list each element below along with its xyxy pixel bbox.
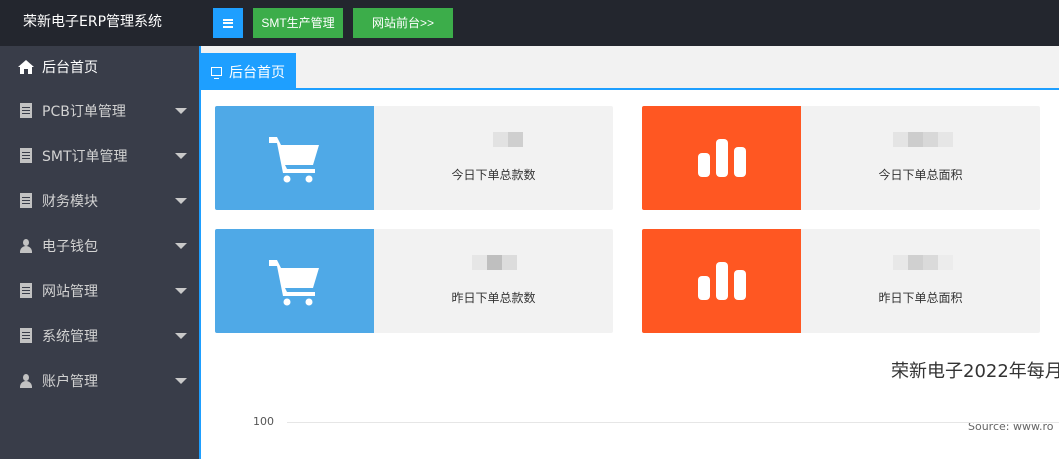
hamburger-icon — [223, 18, 233, 28]
chart-title: 荣新电子2022年每月 — [891, 361, 1059, 382]
user-icon — [18, 373, 34, 389]
sidebar-item-label: 后台首页 — [42, 59, 98, 76]
cart-icon — [215, 229, 374, 333]
chevron-down-icon — [175, 333, 187, 339]
document-icon — [18, 328, 34, 344]
chevron-down-icon — [175, 108, 187, 114]
chevron-down-icon — [175, 198, 187, 204]
sidebar-item-smt-orders[interactable]: SMT订单管理 — [0, 133, 199, 178]
blurred-value — [883, 132, 963, 162]
sidebar-item-website[interactable]: 网站管理 — [0, 268, 199, 313]
smt-production-button[interactable]: SMT生产管理 — [253, 8, 343, 38]
sidebar-item-account[interactable]: 账户管理 — [0, 358, 199, 403]
blurred-value — [478, 132, 538, 162]
app-title: 荣新电子ERP管理系统 — [23, 14, 163, 30]
stat-label: 今日下单总面积 — [878, 168, 963, 182]
sidebar-item-wallet[interactable]: 电子钱包 — [0, 223, 199, 268]
stat-label: 昨日下单总面积 — [878, 291, 963, 305]
sidebar-item-label: 财务模块 — [42, 193, 98, 210]
user-icon — [18, 238, 34, 254]
home-icon — [18, 59, 34, 75]
document-icon — [18, 283, 34, 299]
sidebar-item-label: 系统管理 — [42, 328, 98, 345]
monitor-icon — [211, 67, 222, 79]
sidebar-item-label: SMT订单管理 — [42, 148, 128, 165]
stat-label: 今日下单总款数 — [451, 168, 536, 182]
sidebar-item-label: PCB订单管理 — [42, 103, 126, 120]
chevron-down-icon — [175, 243, 187, 249]
sidebar-item-finance[interactable]: 财务模块 — [0, 178, 199, 223]
tab-bar — [199, 46, 1059, 90]
stat-label: 昨日下单总款数 — [451, 291, 536, 305]
sidebar-item-label: 网站管理 — [42, 283, 98, 300]
cart-icon — [215, 106, 374, 210]
stat-card-today-count: 今日下单总款数 — [215, 106, 613, 210]
sidebar-item-pcb-orders[interactable]: PCB订单管理 — [0, 88, 199, 133]
sidebar-item-label: 电子钱包 — [42, 238, 98, 255]
website-frontend-button[interactable]: 网站前台>> — [353, 8, 453, 38]
document-icon — [18, 193, 34, 209]
accent-divider — [199, 46, 201, 459]
chart-gridline — [287, 422, 1059, 423]
bar-chart-icon — [642, 229, 801, 333]
document-icon — [18, 148, 34, 164]
stat-card-yesterday-area: 昨日下单总面积 — [642, 229, 1040, 333]
stat-card-yesterday-count: 昨日下单总款数 — [215, 229, 613, 333]
stat-card-today-area: 今日下单总面积 — [642, 106, 1040, 210]
y-axis-tick: 100 — [253, 415, 274, 428]
tab-label: 后台首页 — [229, 64, 285, 81]
chevron-down-icon — [175, 153, 187, 159]
bar-chart-icon — [642, 106, 801, 210]
blurred-value — [883, 255, 963, 285]
tab-home[interactable]: 后台首页 — [200, 53, 296, 90]
sidebar-item-label: 账户管理 — [42, 373, 98, 390]
document-icon — [18, 103, 34, 119]
sidebar-item-home[interactable]: 后台首页 — [0, 44, 199, 89]
sidebar-item-system[interactable]: 系统管理 — [0, 313, 199, 358]
menu-toggle-button[interactable] — [213, 8, 243, 38]
chevron-down-icon — [175, 288, 187, 294]
blurred-value — [464, 255, 524, 285]
chevron-down-icon — [175, 378, 187, 384]
